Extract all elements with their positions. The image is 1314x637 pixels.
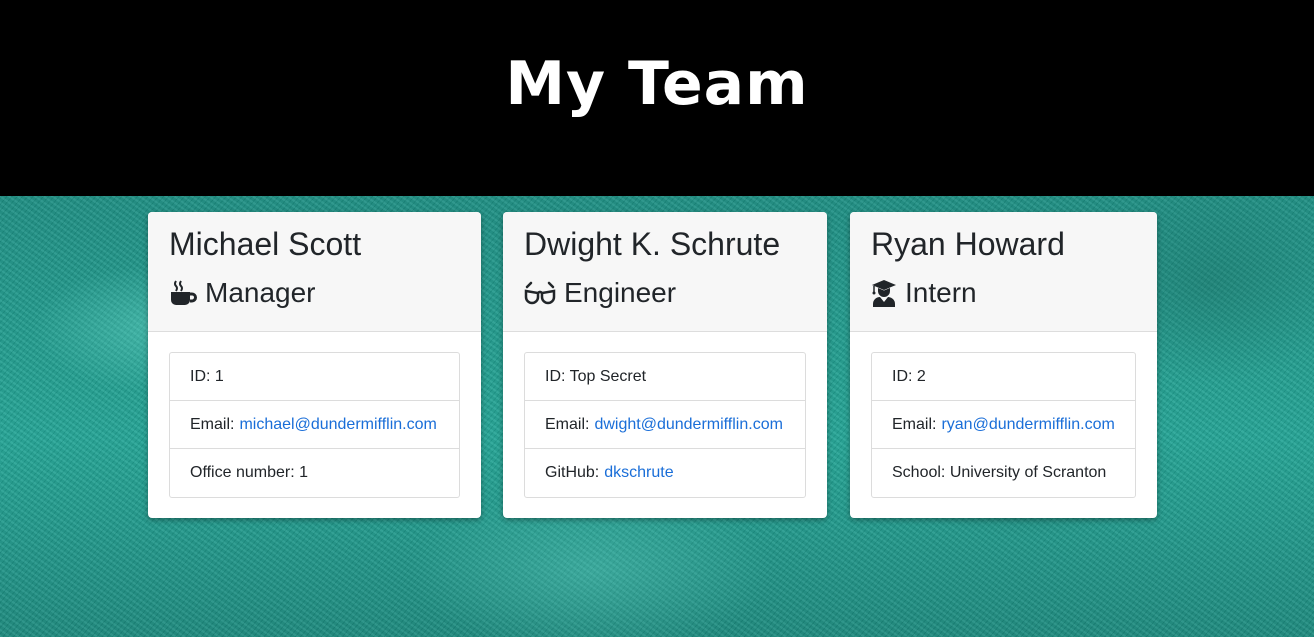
card-header: Ryan Howard Intern bbox=[850, 212, 1157, 332]
employee-role: Engineer bbox=[524, 275, 806, 311]
github-label: GitHub: bbox=[545, 464, 600, 481]
role-label: Engineer bbox=[564, 277, 677, 308]
list-item-office: Office number: 1 bbox=[170, 449, 459, 497]
list-item-email: Email: dwight@dundermifflin.com bbox=[525, 401, 805, 449]
graduate-icon bbox=[871, 279, 897, 307]
list-item-id: ID: Top Secret bbox=[525, 353, 805, 401]
id-text: ID: 2 bbox=[892, 367, 926, 385]
email-label: Email: bbox=[892, 415, 937, 433]
list-item-school: School: University of Scranton bbox=[872, 449, 1135, 497]
github-link[interactable]: dkschrute bbox=[604, 464, 673, 482]
card-header: Dwight K. Schrute Engineer bbox=[503, 212, 827, 332]
id-text: ID: 1 bbox=[190, 367, 224, 385]
email-label: Email: bbox=[190, 415, 235, 433]
employee-name: Ryan Howard bbox=[871, 226, 1065, 262]
list-item-github: GitHub: dkschrute bbox=[525, 449, 805, 497]
list-item-email: Email: michael@dundermifflin.com bbox=[170, 401, 459, 449]
employee-card-manager: Michael Scott Manager ID: 1 Email: micha… bbox=[148, 212, 481, 518]
employee-card-intern: Ryan Howard Intern ID: 2 Email: ryan@dun… bbox=[850, 212, 1157, 518]
email-label: Email: bbox=[545, 415, 590, 433]
glasses-icon bbox=[524, 279, 556, 307]
list-item-id: ID: 1 bbox=[170, 353, 459, 401]
employee-role: Manager bbox=[169, 275, 460, 311]
card-header: Michael Scott Manager bbox=[148, 212, 481, 332]
email-link[interactable]: michael@dundermifflin.com bbox=[239, 416, 436, 434]
employee-card-engineer: Dwight K. Schrute Engineer ID: Top Secre… bbox=[503, 212, 827, 518]
info-list: ID: 2 Email: ryan@dundermifflin.com Scho… bbox=[871, 352, 1136, 498]
role-label: Intern bbox=[905, 277, 977, 308]
email-link[interactable]: ryan@dundermifflin.com bbox=[941, 416, 1114, 434]
list-item-email: Email: ryan@dundermifflin.com bbox=[872, 401, 1135, 449]
role-label: Manager bbox=[205, 277, 316, 308]
school-text: School: University of Scranton bbox=[892, 464, 1107, 481]
employee-role: Intern bbox=[871, 275, 1136, 311]
list-item-id: ID: 2 bbox=[872, 353, 1135, 401]
info-list: ID: Top Secret Email: dwight@dundermiffl… bbox=[524, 352, 806, 498]
email-link[interactable]: dwight@dundermifflin.com bbox=[594, 416, 782, 434]
id-text: ID: Top Secret bbox=[545, 367, 647, 385]
page-header: My Team bbox=[0, 0, 1314, 196]
employee-name: Michael Scott bbox=[169, 226, 362, 262]
page-title: My Team bbox=[505, 49, 809, 119]
info-list: ID: 1 Email: michael@dundermifflin.com O… bbox=[169, 352, 460, 498]
office-number-text: Office number: 1 bbox=[190, 464, 308, 481]
mug-icon bbox=[169, 279, 197, 307]
employee-name: Dwight K. Schrute bbox=[524, 226, 781, 262]
